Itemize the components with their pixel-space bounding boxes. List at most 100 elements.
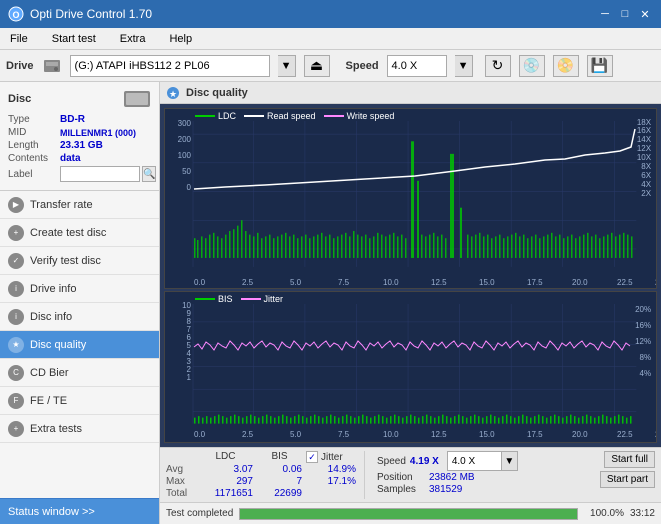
extra-tests-icon: +: [8, 421, 24, 437]
disc-type-value: BD-R: [60, 114, 85, 125]
svg-text:16%: 16%: [635, 321, 651, 330]
svg-text:5.0: 5.0: [290, 431, 302, 440]
progress-bar: [239, 508, 578, 520]
disc-contents-label: Contents: [8, 153, 60, 164]
sidebar-label-cd-bier: CD Bier: [30, 367, 69, 379]
menu-help[interactable]: Help: [163, 31, 198, 47]
status-window-label: Status window >>: [8, 506, 95, 518]
drive-select[interactable]: (G:) ATAPI iHBS112 2 PL06: [70, 55, 270, 77]
disc-btn1[interactable]: 💿: [519, 55, 545, 77]
disc-quality-icon-header: ★: [166, 86, 180, 100]
sidebar-item-drive-info[interactable]: i Drive info: [0, 275, 159, 303]
refresh-button[interactable]: ↻: [485, 55, 511, 77]
sidebar-item-disc-quality[interactable]: ★ Disc quality: [0, 331, 159, 359]
disc-type-label: Type: [8, 114, 60, 125]
disc-section-label: Disc: [8, 93, 31, 105]
titlebar: O Opti Drive Control 1.70 ─ □ ✕: [0, 0, 661, 28]
speed-dropdown-arrow[interactable]: ▼: [502, 451, 518, 471]
jitter-checkbox[interactable]: ✓: [306, 451, 318, 463]
write-speed-label: Write speed: [347, 111, 395, 121]
disc-length-label: Length: [8, 140, 60, 151]
stats-bar: LDC BIS ✓ Jitter Avg 3.07 0.06 14.9% Max…: [160, 447, 661, 502]
svg-text:1: 1: [187, 373, 192, 382]
sidebar-item-extra-tests[interactable]: + Extra tests: [0, 415, 159, 443]
ldc-max: 297: [198, 476, 253, 487]
speed-dropdown[interactable]: 4.0 X: [447, 451, 502, 471]
jitter-label: Jitter: [264, 294, 284, 304]
titlebar-controls: ─ □ ✕: [597, 6, 653, 22]
speed-select-arrow[interactable]: ▼: [455, 55, 473, 77]
svg-text:100: 100: [178, 151, 192, 160]
start-part-button[interactable]: Start part: [600, 471, 655, 488]
minimize-button[interactable]: ─: [597, 6, 613, 22]
progress-percent: 100.0%: [584, 508, 624, 519]
disc-label-input[interactable]: [60, 166, 140, 182]
disc-length-value: 23.31 GB: [60, 140, 103, 151]
disc-label-label: Label: [8, 169, 60, 180]
chart1: LDC Read speed Write speed: [164, 108, 657, 289]
write-speed-legend: Write speed: [324, 111, 395, 121]
sidebar: Disc Type BD-R MID MILLENMR1 (000) Lengt…: [0, 82, 160, 524]
sidebar-item-verify-test-disc[interactable]: ✓ Verify test disc: [0, 247, 159, 275]
sidebar-label-extra-tests: Extra tests: [30, 423, 82, 435]
menu-extra[interactable]: Extra: [114, 31, 152, 47]
svg-text:5.0: 5.0: [290, 278, 302, 287]
svg-text:2.5: 2.5: [242, 278, 254, 287]
disc-header-icon: [123, 88, 151, 110]
jitter-max: 17.1%: [306, 476, 356, 487]
svg-text:0: 0: [187, 183, 192, 192]
speed-select[interactable]: 4.0 X: [387, 55, 447, 77]
menu-file[interactable]: File: [4, 31, 34, 47]
maximize-button[interactable]: □: [617, 6, 633, 22]
bis-color: [195, 298, 215, 300]
chart2-legend: BIS Jitter: [195, 294, 283, 304]
progress-bar-fill: [240, 509, 577, 519]
svg-text:12%: 12%: [635, 337, 651, 346]
disc-contents-row: Contents data: [8, 153, 151, 164]
speed-stat-label: Speed: [377, 456, 406, 467]
max-label: Max: [166, 476, 194, 487]
sidebar-item-disc-info[interactable]: i Disc info: [0, 303, 159, 331]
eject-button[interactable]: ⏏: [304, 55, 330, 77]
svg-text:15.0: 15.0: [479, 278, 495, 287]
disc-length-row: Length 23.31 GB: [8, 140, 151, 151]
svg-text:O: O: [12, 10, 19, 20]
disc-btn2[interactable]: 📀: [553, 55, 579, 77]
svg-text:16X: 16X: [637, 126, 652, 135]
svg-text:0.0: 0.0: [194, 431, 206, 440]
menu-starttest[interactable]: Start test: [46, 31, 102, 47]
sidebar-label-fe-te: FE / TE: [30, 395, 67, 407]
sidebar-item-fe-te[interactable]: F FE / TE: [0, 387, 159, 415]
sidebar-label-disc-quality: Disc quality: [30, 339, 86, 351]
sidebar-item-cd-bier[interactable]: C CD Bier: [0, 359, 159, 387]
disc-label-btn[interactable]: 🔍: [142, 166, 156, 182]
disc-contents-value: data: [60, 153, 81, 164]
transfer-rate-icon: ▶: [8, 197, 24, 213]
save-button[interactable]: 💾: [587, 55, 613, 77]
cd-bier-icon: C: [8, 365, 24, 381]
disc-info-icon: i: [8, 309, 24, 325]
svg-text:4%: 4%: [640, 369, 652, 378]
svg-text:2.5: 2.5: [242, 431, 254, 440]
svg-text:20.0: 20.0: [572, 278, 588, 287]
sidebar-item-create-test-disc[interactable]: + Create test disc: [0, 219, 159, 247]
svg-text:8X: 8X: [641, 162, 651, 171]
start-full-button[interactable]: Start full: [604, 451, 655, 468]
svg-text:20%: 20%: [635, 305, 651, 314]
disc-mid-value: MILLENMR1 (000): [60, 128, 136, 138]
chart2-svg: 10 9 8 7 6 5 4 3 2 1 20% 16% 12% 8% 4%: [165, 292, 656, 442]
chart1-svg: 300 200 100 50 0 18X 16X 14X 12X 10X 8X …: [165, 109, 656, 288]
sidebar-item-transfer-rate[interactable]: ▶ Transfer rate: [0, 191, 159, 219]
close-button[interactable]: ✕: [637, 6, 653, 22]
ldc-avg: 3.07: [198, 464, 253, 475]
sidebar-label-transfer-rate: Transfer rate: [30, 199, 93, 211]
ldc-header: LDC: [198, 451, 253, 463]
status-window-btn[interactable]: Status window >>: [0, 498, 159, 524]
drive-info-icon: i: [8, 281, 24, 297]
app-title: Opti Drive Control 1.70: [30, 7, 152, 21]
content-area: ★ Disc quality LDC Read speed: [160, 82, 661, 524]
drive-select-arrow[interactable]: ▼: [278, 55, 296, 77]
drivebar: Drive (G:) ATAPI iHBS112 2 PL06 ▼ ⏏ Spee…: [0, 50, 661, 82]
svg-text:4X: 4X: [641, 180, 651, 189]
svg-text:★: ★: [169, 89, 177, 99]
